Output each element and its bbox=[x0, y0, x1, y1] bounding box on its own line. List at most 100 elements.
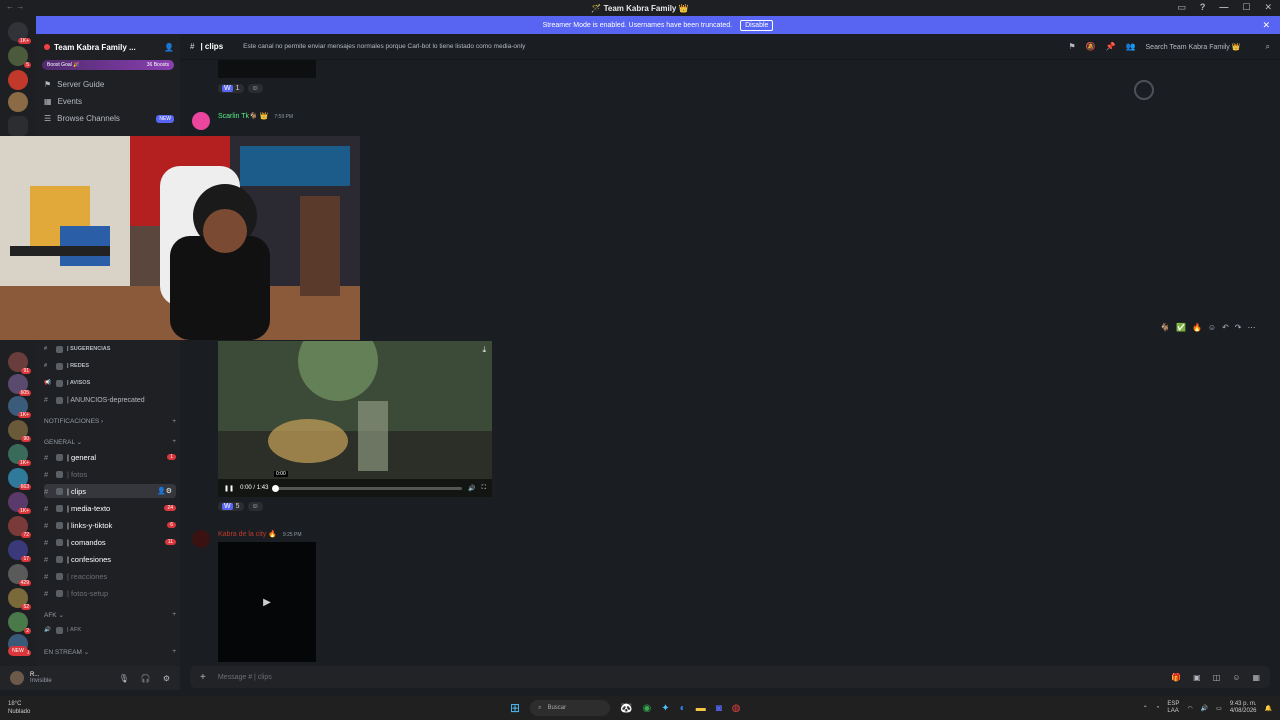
tray-app-icon[interactable]: ◔ bbox=[1156, 705, 1160, 711]
message-author[interactable]: Kabra de la city 🔥 bbox=[218, 530, 277, 538]
pin-icon[interactable]: 📌 bbox=[1106, 42, 1116, 51]
disable-streamer-button[interactable]: Disable bbox=[740, 19, 774, 31]
add-channel-icon[interactable]: + bbox=[172, 648, 176, 656]
maximize-button[interactable]: ☐ bbox=[1242, 2, 1250, 13]
server-header[interactable]: Team Kabra Family ... 👤 bbox=[36, 34, 180, 60]
play-icon[interactable]: ▶ bbox=[263, 597, 271, 608]
server-guide-item[interactable]: ⚑ Server Guide bbox=[36, 76, 180, 93]
gear-icon[interactable]: ⚙ bbox=[163, 674, 170, 683]
wifi-icon[interactable]: ◠ bbox=[1187, 705, 1192, 712]
server-icon[interactable]: 17 bbox=[8, 540, 31, 562]
channel-fotos[interactable]: # | fotos bbox=[44, 467, 176, 481]
server-icon[interactable]: 1K+ bbox=[8, 396, 31, 418]
add-reaction-icon[interactable]: ☺ bbox=[247, 502, 263, 511]
fullscreen-icon[interactable]: ⛶ bbox=[482, 485, 486, 492]
add-reaction-icon[interactable]: ☺ bbox=[247, 84, 263, 93]
inbox-icon[interactable]: ▭ bbox=[1177, 2, 1186, 13]
tray-chevron-icon[interactable]: ⌃ bbox=[1143, 705, 1148, 712]
search-input[interactable]: Search Team Kabra Family 👑 bbox=[1146, 43, 1256, 51]
reaction-fire-icon[interactable]: 🔥 bbox=[1192, 323, 1202, 332]
server-icon[interactable]: 52 bbox=[8, 588, 31, 610]
message-input[interactable]: Message # | clips bbox=[218, 674, 272, 681]
server-icon[interactable]: 663 bbox=[8, 468, 31, 490]
video-progress-slider[interactable] bbox=[272, 484, 463, 492]
member-list-icon[interactable]: 👥 bbox=[1126, 42, 1136, 51]
edge-icon[interactable]: ◐ bbox=[680, 703, 686, 714]
volume-icon[interactable]: 🔊 bbox=[1201, 705, 1208, 712]
video-player[interactable]: ⤓ 0:00 ❚❚ 0:00 / 1:43 🔊 ⛶ bbox=[218, 341, 492, 497]
close-window-button[interactable]: ✕ bbox=[1264, 2, 1272, 13]
microphone-icon[interactable]: 🎙 bbox=[119, 674, 129, 683]
avatar[interactable] bbox=[192, 112, 210, 130]
add-channel-icon[interactable]: + bbox=[172, 438, 176, 446]
server-icon[interactable]: 1K+ bbox=[8, 492, 31, 514]
category-afk[interactable]: AFK ⌄ + bbox=[44, 611, 176, 619]
server-icon[interactable]: 5 bbox=[8, 46, 31, 68]
windows-start-icon[interactable]: ⊞ bbox=[510, 701, 520, 715]
app-icon[interactable]: ◍ bbox=[732, 703, 741, 714]
category-notificaciones[interactable]: NOTIFICACIONES › + bbox=[44, 418, 176, 425]
channel-sugerencias[interactable]: # | SUGERENCIAS bbox=[44, 342, 176, 356]
dm-home-icon[interactable]: 1K+ bbox=[8, 22, 31, 44]
channel-reacciones[interactable]: # | reacciones bbox=[44, 569, 176, 583]
channel-anuncios[interactable]: # | ANUNCIOS-deprecated bbox=[44, 393, 176, 407]
channel-avisos[interactable]: 📢 | AVISOS bbox=[44, 376, 176, 390]
browse-channels-item[interactable]: ☰ Browse Channels NEW bbox=[36, 110, 180, 127]
clock[interactable]: 9:43 p. m. 4/08/2026 bbox=[1230, 701, 1257, 715]
copilot-icon[interactable]: ✦ bbox=[661, 703, 669, 714]
message-author[interactable]: Scarlin Tk🐐 👑 bbox=[218, 112, 268, 120]
video-attachment[interactable]: ▶ bbox=[218, 542, 316, 662]
server-icon[interactable]: 2 bbox=[8, 612, 31, 634]
file-explorer-icon[interactable]: ▬ bbox=[696, 703, 706, 714]
server-icon[interactable] bbox=[8, 92, 28, 112]
weather-widget[interactable]: 18°C Nublado bbox=[8, 700, 30, 716]
server-icon[interactable] bbox=[8, 70, 28, 90]
add-channel-icon[interactable]: + bbox=[172, 611, 176, 619]
forward-icon[interactable]: ↷ bbox=[1235, 323, 1242, 332]
media-thumbnail[interactable] bbox=[218, 60, 316, 78]
seek-handle[interactable] bbox=[272, 484, 280, 492]
channel-media-texto[interactable]: # | media-texto 24 bbox=[44, 501, 176, 515]
channel-confesiones[interactable]: # | confesiones bbox=[44, 552, 176, 566]
channel-comandos[interactable]: # | comandos 11 bbox=[44, 535, 176, 549]
server-icon[interactable]: 90 bbox=[8, 420, 31, 442]
server-icon[interactable]: 72 bbox=[8, 516, 31, 538]
channel-general[interactable]: # | general 1 bbox=[44, 450, 176, 464]
invite-icon[interactable]: 👤 bbox=[164, 43, 174, 52]
server-icon[interactable]: 91 bbox=[8, 352, 31, 374]
notification-bell-icon[interactable]: 🔕 bbox=[1086, 42, 1096, 51]
server-icon[interactable] bbox=[8, 116, 28, 136]
more-icon[interactable]: ⋯ bbox=[1247, 323, 1255, 332]
server-icon[interactable]: 605 bbox=[8, 374, 31, 396]
download-icon[interactable]: ⤓ bbox=[482, 345, 486, 355]
minimize-button[interactable]: — bbox=[1219, 2, 1228, 13]
gif-icon[interactable]: ▣ bbox=[1193, 673, 1201, 682]
threads-icon[interactable]: ⚑ bbox=[1068, 42, 1075, 51]
apps-icon[interactable]: ▦ bbox=[1252, 673, 1260, 682]
sticker-icon[interactable]: ◫ bbox=[1213, 673, 1221, 682]
headphones-icon[interactable]: 🎧 bbox=[141, 674, 151, 683]
reaction[interactable]: W1 bbox=[218, 84, 244, 93]
events-item[interactable]: ▦ Events bbox=[36, 93, 180, 110]
reaction-goat-icon[interactable]: 🐐 bbox=[1160, 323, 1170, 332]
gift-icon[interactable]: 🎁 bbox=[1171, 673, 1181, 682]
battery-icon[interactable]: ▭ bbox=[1216, 705, 1222, 712]
category-general[interactable]: GENERAL ⌄ + bbox=[44, 438, 176, 446]
new-servers-badge[interactable]: NEW bbox=[8, 646, 28, 656]
language-indicator[interactable]: ESP LAA bbox=[1167, 701, 1179, 715]
server-icon[interactable]: 429 bbox=[8, 564, 31, 586]
back-icon[interactable]: ← → bbox=[6, 2, 24, 11]
category-en-stream[interactable]: EN STREAM ⌄ + bbox=[44, 648, 176, 656]
notifications-icon[interactable]: 🔔 bbox=[1265, 705, 1272, 712]
add-channel-icon[interactable]: + bbox=[172, 418, 176, 425]
add-reaction-icon[interactable]: ☺ bbox=[1208, 323, 1216, 332]
channel-clips[interactable]: # | clips 👤⚙ bbox=[44, 484, 176, 498]
discord-icon[interactable]: ◙ bbox=[716, 703, 722, 714]
reply-icon[interactable]: ↶ bbox=[1222, 323, 1229, 332]
message-composer[interactable]: + Message # | clips 🎁 ▣ ◫ ☺ ▦ bbox=[190, 666, 1270, 688]
server-icon[interactable]: 1K+ bbox=[8, 444, 31, 466]
reaction[interactable]: W5 bbox=[218, 502, 244, 511]
search-icon[interactable]: ⌕ bbox=[1266, 42, 1270, 52]
taskbar-search[interactable]: ⌕ Buscar bbox=[530, 700, 611, 716]
avatar[interactable] bbox=[10, 671, 24, 685]
